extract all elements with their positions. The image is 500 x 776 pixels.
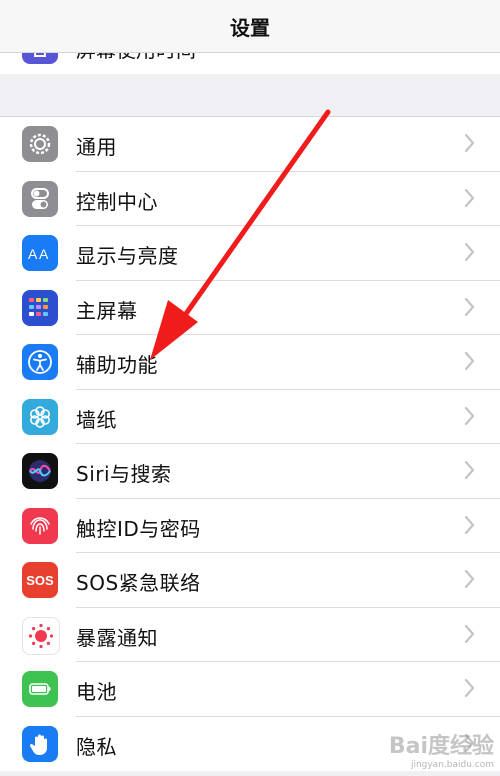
section-gap	[0, 74, 500, 116]
list-item-label: 暴露通知	[76, 625, 158, 650]
list-item-label: Siri与搜索	[76, 462, 172, 486]
chevron-right-icon	[464, 569, 475, 589]
settings-list: 通用 控制中心 AA 显示与亮度 主屏幕 辅助功能 墙纸 Siri与搜索 触控I…	[0, 116, 500, 771]
fingerprint-icon	[22, 507, 58, 544]
gear-icon	[22, 126, 58, 162]
accessibility-icon	[22, 344, 58, 380]
list-item-label: 主屏幕	[76, 298, 138, 323]
page-title: 设置	[230, 16, 270, 40]
siri-icon	[22, 453, 58, 489]
list-item-label: 墙纸	[76, 407, 117, 432]
list-item-siri-search[interactable]: Siri与搜索	[0, 444, 500, 499]
list-item-label: 隐私	[76, 734, 117, 759]
chevron-right-icon	[464, 515, 475, 534]
list-item-touch-id-passcode[interactable]: 触控ID与密码	[0, 499, 500, 553]
chevron-right-icon	[464, 188, 475, 207]
exposure-icon	[22, 616, 60, 655]
list-item-emergency-sos[interactable]: SOS SOS紧急联络	[0, 553, 500, 608]
navigation-bar: 设置	[0, 0, 500, 53]
svg-text:A: A	[39, 246, 49, 262]
list-item-label: SOS紧急联络	[76, 571, 201, 595]
list-item-label: 电池	[76, 680, 117, 704]
list-item-exposure-notifications[interactable]: 暴露通知	[0, 608, 500, 662]
list-item-display-brightness[interactable]: AA 显示与亮度	[0, 226, 500, 281]
sos-icon: SOS	[22, 562, 58, 598]
list-item-label: 显示与亮度	[76, 244, 179, 268]
battery-icon	[22, 671, 58, 707]
list-item-label: 触控ID与密码	[76, 516, 201, 541]
list-item-accessibility[interactable]: 辅助功能	[0, 335, 500, 390]
toggles-icon	[22, 180, 58, 217]
chevron-right-icon	[464, 133, 475, 153]
watermark: Bai度经验 jingyan.baidu.com	[389, 728, 494, 770]
chevron-right-icon	[464, 406, 475, 425]
chevron-right-icon	[464, 242, 475, 262]
list-item-general[interactable]: 通用	[0, 117, 500, 172]
list-item-control-center[interactable]: 控制中心	[0, 172, 500, 226]
svg-text:A: A	[28, 246, 38, 262]
list-item-label: 通用	[76, 135, 117, 159]
list-item-wallpaper[interactable]: 墙纸	[0, 390, 500, 444]
chevron-right-icon	[464, 624, 475, 643]
sos-icon-text: SOS	[26, 572, 54, 588]
hand-icon	[22, 725, 58, 762]
text-size-icon: AA	[22, 235, 58, 271]
list-item-home-screen[interactable]: 主屏幕	[0, 281, 500, 335]
list-item-battery[interactable]: 电池	[0, 662, 500, 717]
chevron-right-icon	[464, 678, 475, 698]
watermark-text: Bai度经验	[388, 734, 494, 759]
list-item-label: 辅助功能	[76, 353, 158, 377]
chevron-right-icon	[464, 297, 475, 316]
chevron-right-icon	[464, 351, 475, 371]
flower-icon	[22, 398, 58, 435]
list-item-label: 控制中心	[76, 189, 158, 214]
app-grid-icon	[22, 289, 58, 326]
watermark-subtext: jingyan.baidu.com	[410, 760, 494, 770]
chevron-right-icon	[464, 460, 475, 480]
